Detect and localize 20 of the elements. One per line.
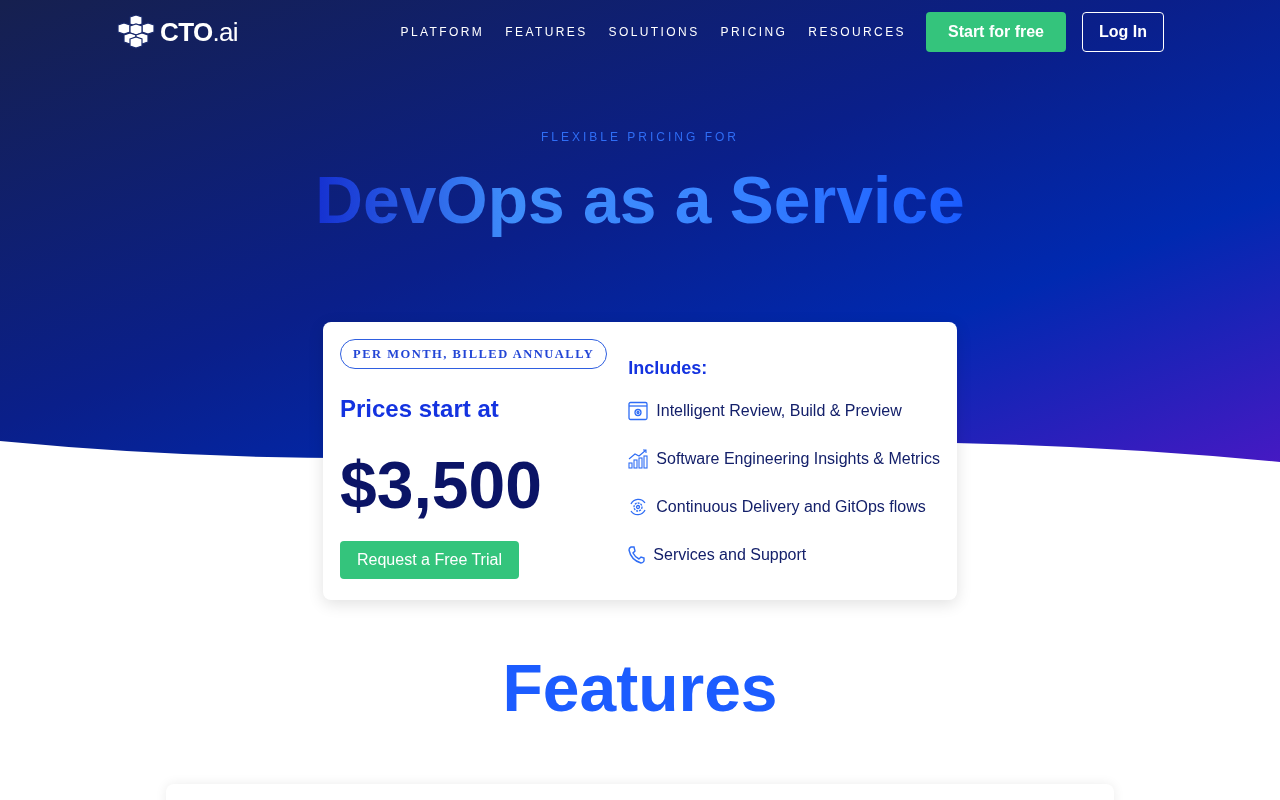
price-amount: $3,500	[340, 447, 542, 523]
nav-link[interactable]: PLATFORM	[400, 23, 485, 41]
hero-eyebrow: FLEXIBLE PRICING FOR	[541, 129, 739, 146]
browser-gear-icon	[628, 401, 649, 421]
phone-icon	[628, 546, 646, 564]
nav-link[interactable]: SOLUTIONS	[608, 23, 700, 41]
feature-item: Continuous Delivery and GitOps flows	[656, 497, 926, 517]
logo-cubes-icon	[116, 15, 156, 49]
includes-heading: Includes:	[628, 357, 709, 380]
prices-heading: Prices start at	[340, 394, 499, 424]
nav-link[interactable]: RESOURCES	[808, 23, 906, 41]
logo-text[interactable]: CTO.ai	[160, 12, 238, 52]
nav-link[interactable]: PRICING	[720, 23, 788, 41]
features-heading: Features	[502, 650, 778, 726]
bar-chart-icon	[628, 449, 649, 469]
feature-item: Intelligent Review, Build & Preview	[656, 401, 902, 421]
login-button[interactable]: Log In	[1082, 12, 1164, 52]
nav-link[interactable]: FEATURES	[505, 23, 588, 41]
feature-item: Services and Support	[653, 545, 807, 565]
feature-item: Software Engineering Insights & Metrics	[656, 449, 940, 469]
